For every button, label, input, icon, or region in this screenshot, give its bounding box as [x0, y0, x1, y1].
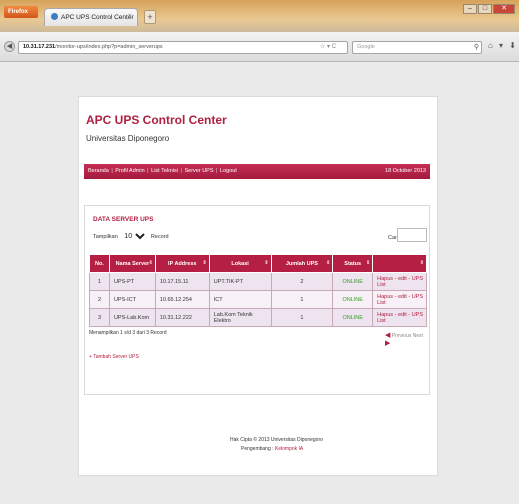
sort-icon: ⇕ — [365, 260, 371, 266]
pagination: ◀ Previous Next ▶ — [385, 331, 429, 347]
back-icon[interactable]: ◀ — [4, 41, 15, 52]
cell-no: 3 — [89, 308, 110, 327]
table-search-input[interactable] — [397, 228, 427, 242]
table-row: 3 UPS-Lab.Kom 10.31.12.222 Lab.Kom Tekni… — [89, 308, 427, 327]
menu-item-server-ups[interactable]: Server UPS — [184, 168, 213, 174]
cell-lokasi: UPT.TIK-PT — [208, 272, 272, 291]
minimize-icon[interactable]: – — [463, 4, 477, 14]
sort-icon: ⇕ — [148, 260, 153, 266]
browser-navbar: ◀ 10.31.17.231/monitor-ups/index.php?p=a… — [0, 32, 519, 62]
cell-ip: 10.17.15.11 — [154, 272, 210, 291]
site-title: APC UPS Control Center — [86, 113, 227, 127]
add-server-link[interactable]: + Tambah Server UPS — [89, 354, 139, 360]
table-row: 1 UPS-PT 10.17.15.11 UPT.TIK-PT 2 ONLINE… — [89, 272, 427, 291]
menu-item-list-teknisi[interactable]: List Teknisi — [151, 168, 178, 174]
col-no[interactable]: No. — [89, 254, 110, 273]
menu-item-beranda[interactable]: Beranda — [88, 168, 109, 174]
cell-no: 1 — [89, 272, 110, 291]
status-badge: ONLINE — [332, 272, 374, 291]
tab-title: APC UPS Control Center — [61, 14, 134, 21]
prev-arrow-icon[interactable]: ◀ — [385, 332, 390, 339]
sort-icon: ⇕ — [202, 260, 207, 266]
favicon-icon — [51, 13, 58, 20]
records-select[interactable]: 10 — [120, 232, 149, 241]
cell-nama-server: UPS-Lab.Kom — [108, 308, 156, 327]
menu-item-logout[interactable]: Logout — [220, 168, 237, 174]
cell-lokasi: ICT — [208, 290, 272, 309]
table-row: 2 UPS-ICT 10.65.12.254 ICT 1 ONLINE Hapu… — [89, 290, 427, 309]
cell-ip: 10.65.12.254 — [154, 290, 210, 309]
col-ip-address[interactable]: IP Address ⇕ — [154, 254, 210, 273]
footer-copyright: Hak Cipta © 2013 Universitas Diponegoro — [230, 437, 323, 443]
cell-jumlah: 1 — [270, 290, 334, 309]
status-badge: ONLINE — [332, 308, 374, 327]
col-actions[interactable]: ⇕ — [372, 254, 427, 273]
section-title: DATA SERVER UPS — [93, 216, 154, 223]
window-controls: – □ ✕ — [463, 4, 515, 14]
bookmark-star-icon[interactable]: ☆ ▾ C — [320, 43, 336, 50]
sort-icon: ⇕ — [419, 260, 424, 266]
server-table: No. Nama Server ⇕ IP Address ⇕ Lokasi ⇕ Jum… — [89, 254, 427, 327]
row-actions-link[interactable]: Hapus - edit - UPS List — [372, 308, 427, 327]
maximize-icon[interactable]: □ — [478, 4, 492, 14]
show-label: Tampilkan — [93, 234, 118, 240]
sort-icon: ⇕ — [326, 260, 331, 266]
col-jumlah-ups[interactable]: Jumlah UPS ⇕ — [270, 254, 334, 273]
footer-developer: Pengembang : Kelompok IA — [241, 446, 303, 452]
cell-no: 2 — [89, 290, 110, 309]
next-button[interactable]: Next — [413, 333, 423, 339]
records-label: Record — [150, 234, 169, 240]
sort-icon: ⇕ — [264, 260, 269, 266]
firefox-menu-button[interactable]: Firefox — [4, 6, 38, 18]
prev-button[interactable]: Previous — [392, 333, 411, 339]
new-tab-button[interactable]: + — [144, 10, 156, 24]
site-subtitle: Universitas Diponegoro — [86, 134, 170, 143]
row-actions-link[interactable]: Hapus - edit - UPS List — [372, 290, 427, 309]
cell-ip: 10.31.12.222 — [154, 308, 210, 327]
cell-nama-server: UPS-ICT — [108, 290, 156, 309]
current-date: 18 October 2013 — [385, 168, 426, 174]
tab-close-icon[interactable]: × — [128, 13, 132, 20]
cell-jumlah: 2 — [270, 272, 334, 291]
next-arrow-icon[interactable]: ▶ — [385, 340, 390, 347]
url-input[interactable]: 10.31.17.231/monitor-ups/index.php?p=adm… — [18, 41, 348, 54]
url-host: 10.31.17.231 — [23, 44, 56, 50]
search-input[interactable]: Google ⚲ — [352, 41, 482, 54]
toolbar-icons[interactable]: ⌂ ▾ ⬇ — [488, 41, 518, 50]
col-lokasi[interactable]: Lokasi ⇕ — [208, 254, 272, 273]
cell-jumlah: 1 — [270, 308, 334, 327]
cell-lokasi: Lab.Kom Teknik Elektro — [208, 308, 272, 327]
server-ups-panel: DATA SERVER UPS Tampilkan 10 Record Cari… — [84, 205, 430, 395]
footer-dev-label: Pengembang : — [241, 446, 274, 452]
status-badge: ONLINE — [332, 290, 374, 309]
footer-dev-link[interactable]: Kelompok IA — [275, 446, 303, 452]
col-nama-server[interactable]: Nama Server ⇕ — [108, 254, 156, 273]
close-window-icon[interactable]: ✕ — [493, 4, 515, 14]
col-status[interactable]: Status ⇕ — [332, 254, 374, 273]
cell-nama-server: UPS-PT — [108, 272, 156, 291]
browser-tab[interactable]: APC UPS Control Center × — [44, 8, 138, 26]
main-menu: Beranda | Profil Admin | List Teknisi | … — [84, 164, 430, 179]
row-actions-link[interactable]: Hapus - edit - UPS List — [372, 272, 427, 291]
table-info: Menampilkan 1 s/d 3 dari 3 Record — [89, 330, 167, 336]
search-placeholder: Google — [357, 44, 375, 50]
menu-item-profil-admin[interactable]: Profil Admin — [115, 168, 144, 174]
url-path: /monitor-ups/index.php?p=admin_serverups — [55, 44, 163, 50]
browser-titlebar: Firefox APC UPS Control Center × + – □ ✕ — [0, 0, 519, 32]
records-per-page: Tampilkan 10 Record — [93, 232, 169, 241]
table-header-row: No. Nama Server ⇕ IP Address ⇕ Lokasi ⇕ Jum… — [89, 254, 427, 273]
search-icon[interactable]: ⚲ — [474, 42, 479, 53]
